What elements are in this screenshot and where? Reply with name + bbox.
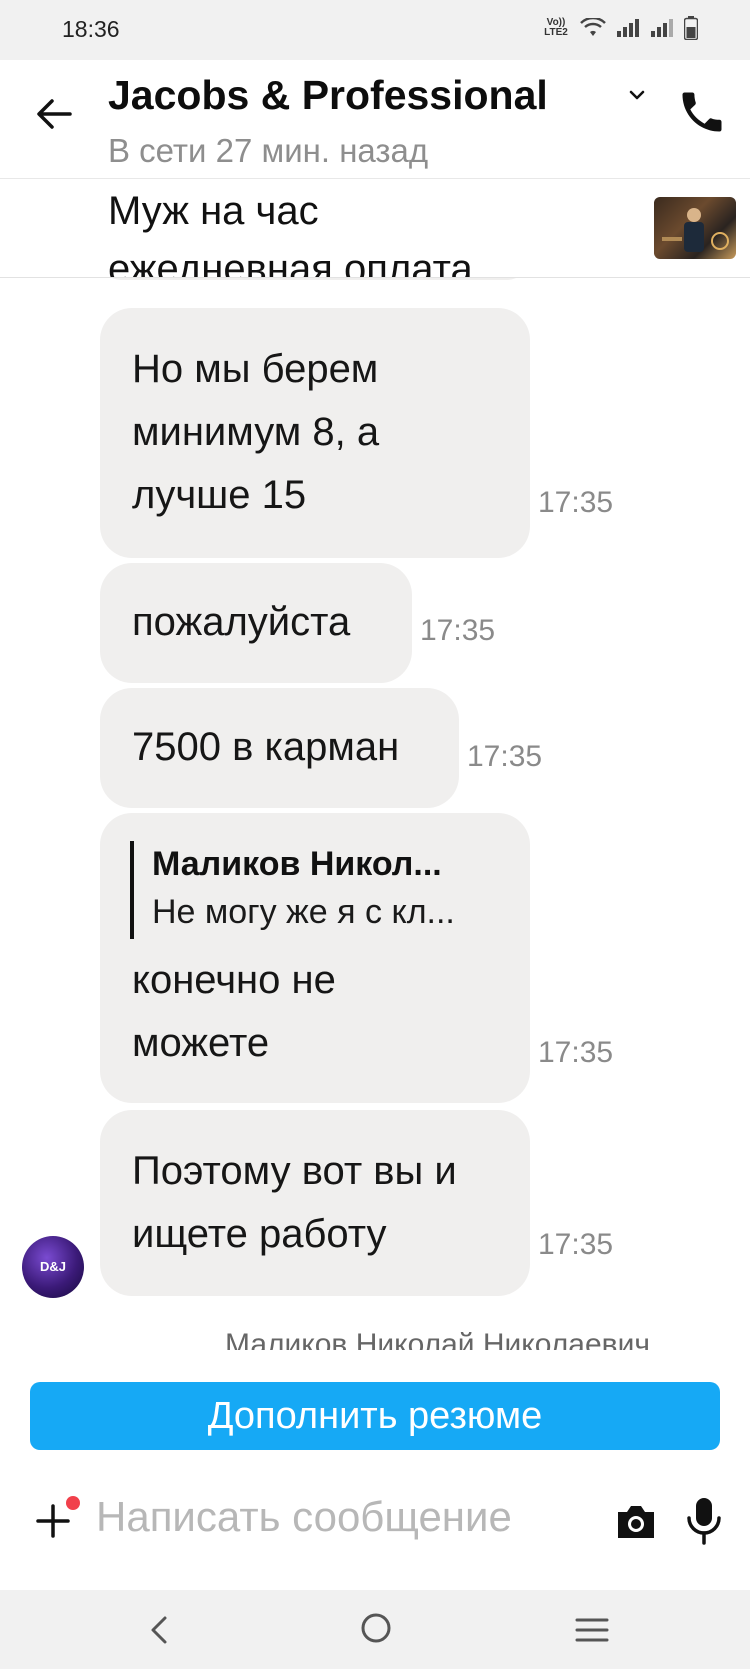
message-text: конечно не можете xyxy=(132,958,336,1065)
message-bubble-previous xyxy=(100,278,528,280)
complete-resume-button[interactable]: Дополнить резюме xyxy=(30,1382,720,1450)
microphone-icon[interactable] xyxy=(684,1496,724,1546)
camera-icon[interactable] xyxy=(614,1500,658,1544)
battery-icon xyxy=(684,16,698,40)
system-nav-bar xyxy=(0,1590,750,1669)
message-bubble-reply[interactable]: Маликов Никол... Не могу же я с кл... ко… xyxy=(100,813,530,1103)
online-status: В сети 27 мин. назад xyxy=(108,132,429,169)
status-icons: Vo)) LTE2 xyxy=(542,16,698,40)
message-time: 17:35 xyxy=(467,740,543,773)
message-time: 17:35 xyxy=(538,1228,614,1261)
reply-quote[interactable]: Маликов Никол... Не могу же я с кл... xyxy=(130,841,455,939)
vacancy-subtitle: ежедневная оплата xyxy=(108,247,473,278)
vacancy-title: Муж на час xyxy=(108,189,319,233)
quote-text: Не могу же я с кл... xyxy=(152,893,455,931)
next-sender-name: Маликов Николай Николаевич xyxy=(225,1328,650,1350)
status-bar: 18:36 Vo)) LTE2 xyxy=(0,0,750,60)
message-text: Поэтому вот вы и ищете работу xyxy=(132,1149,457,1256)
message-bubble[interactable]: Но мы берем минимум 8, а лучше 15 xyxy=(100,308,530,558)
notification-dot xyxy=(66,1496,80,1510)
chat-header: Jacobs & Professional В сети 27 мин. наз… xyxy=(0,60,750,179)
chevron-down-icon[interactable] xyxy=(624,82,650,108)
message-bubble[interactable]: Поэтому вот вы и ищете работу xyxy=(100,1110,530,1296)
message-composer xyxy=(0,1470,750,1570)
nav-recents-icon[interactable] xyxy=(572,1612,612,1648)
message-input[interactable] xyxy=(96,1486,596,1548)
nav-home-icon[interactable] xyxy=(358,1610,394,1646)
message-list[interactable]: Но мы берем минимум 8, а лучше 15 17:35 … xyxy=(0,278,750,1350)
phone-icon[interactable] xyxy=(676,86,728,138)
chat-title[interactable]: Jacobs & Professional xyxy=(108,72,608,119)
volte-indicator: Vo)) LTE2 xyxy=(544,17,568,38)
status-time: 18:36 xyxy=(62,16,120,42)
message-text: Но мы берем минимум 8, а лучше 15 xyxy=(132,347,380,517)
signal-icon-sim2 xyxy=(651,19,673,37)
avatar[interactable]: D&J xyxy=(22,1236,84,1298)
message-bubble[interactable]: 7500 в карман xyxy=(100,688,459,808)
vacancy-thumbnail xyxy=(654,197,736,259)
message-time: 17:35 xyxy=(420,614,496,647)
message-text: 7500 в карман xyxy=(132,725,400,769)
quote-author: Маликов Никол... xyxy=(152,845,442,883)
message-text: пожалуйста xyxy=(132,600,351,644)
message-time: 17:35 xyxy=(538,1036,614,1069)
back-arrow-icon[interactable] xyxy=(30,90,78,138)
signal-icon-sim1 xyxy=(617,19,639,37)
message-bubble[interactable]: пожалуйста xyxy=(100,563,412,683)
message-time: 17:35 xyxy=(538,486,614,519)
vacancy-card[interactable]: Муж на час ежедневная оплата xyxy=(0,179,750,278)
wifi-icon xyxy=(580,18,606,36)
nav-back-icon[interactable] xyxy=(142,1612,178,1648)
bottom-panel: Дополнить резюме xyxy=(0,1350,750,1590)
